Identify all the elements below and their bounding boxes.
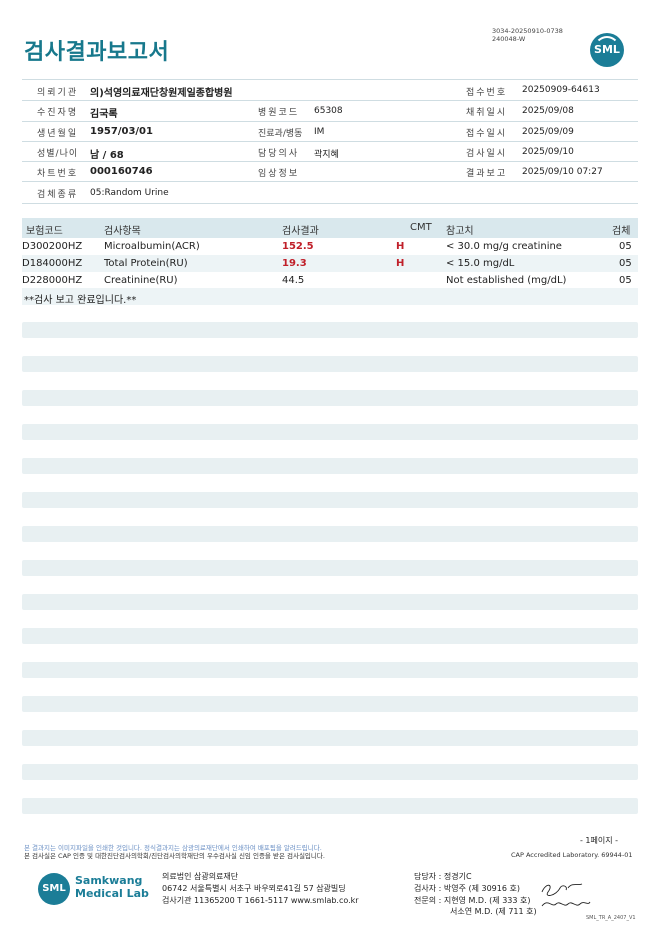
ward-code-value: 65308: [314, 106, 343, 116]
empty-row-stripe: [22, 424, 638, 440]
company-name: Samkwang Medical Lab: [75, 874, 149, 900]
document-id: 3034-20250910-0738 240048-W: [492, 27, 563, 43]
clinical-label: 임상정보: [258, 169, 300, 179]
col-header-result: 검사결과: [282, 226, 319, 237]
row-specimen: 05: [619, 275, 632, 286]
document-id-line2: 240048-W: [492, 35, 526, 43]
row-flag: H: [396, 258, 405, 269]
tester: 검사자 : 박영주 (제 30916 호): [414, 884, 520, 893]
company-name-line1: Samkwang: [75, 874, 143, 887]
specimen-label: 검체종류: [37, 190, 79, 200]
row-code: D184000HZ: [22, 258, 83, 269]
receipt-no-value: 20250909-64613: [522, 85, 600, 95]
cap-accreditation: CAP Accredited Laboratory. 69944-01: [511, 851, 633, 859]
patient-value: 김국록: [90, 109, 118, 120]
row-reference: < 15.0 mg/dL: [446, 258, 515, 269]
company-logo-icon: SML: [38, 873, 70, 905]
dept-label: 진료과/병동: [258, 129, 303, 139]
specimen-value: 05:Random Urine: [90, 188, 169, 198]
empty-row-stripe: [22, 628, 638, 644]
doctor-label: 담당의사: [258, 149, 300, 159]
document-id-line1: 3034-20250910-0738: [492, 27, 563, 35]
row-specimen: 05: [619, 258, 632, 269]
col-header-item: 검사항목: [104, 226, 141, 237]
empty-row-stripe: [22, 798, 638, 814]
sex-age-value: 남 / 68: [90, 150, 124, 161]
foundation-name: 의료법인 삼광의료재단: [162, 872, 239, 881]
receipt-no-label: 접수번호: [466, 88, 508, 98]
empty-row-stripe: [22, 526, 638, 542]
empty-row-stripe: [22, 390, 638, 406]
ward-code-label: 병원코드: [258, 108, 300, 118]
institution-label: 의뢰기관: [37, 88, 79, 98]
patient-label: 수진자명: [37, 108, 79, 118]
birth-value: 1957/03/01: [90, 126, 153, 137]
collect-date-label: 채취일시: [466, 108, 508, 118]
col-header-code: 보험코드: [26, 226, 63, 237]
report-date-value: 2025/09/10 07:27: [522, 167, 603, 177]
empty-row-stripe: [22, 662, 638, 678]
empty-row-stripe: [22, 356, 638, 372]
notice-certification: 본 검사실은 CAP 인증 및 대한진단검사의학회/진단검사의학재단의 우수검사…: [24, 852, 325, 860]
specialist-2: 서소연 M.D. (제 711 호): [450, 907, 537, 916]
page-number: - 1페이지 -: [580, 836, 619, 845]
empty-row-stripe: [22, 322, 638, 338]
birth-label: 생년월일: [37, 129, 79, 139]
test-date-label: 검사일시: [466, 149, 508, 159]
row-item: Total Protein(RU): [104, 258, 188, 269]
col-header-reference: 참고치: [446, 226, 474, 237]
row-specimen: 05: [619, 241, 632, 252]
empty-row-stripe: [22, 560, 638, 576]
sex-age-label: 성별/나이: [37, 149, 79, 159]
col-header-cmt: CMT: [410, 222, 432, 233]
specialist-1: 전문의 : 지현영 M.D. (제 333 호): [414, 896, 531, 905]
company-logo-text: SML: [42, 883, 66, 894]
row-result: 152.5: [282, 241, 314, 252]
report-complete-note: **검사 보고 완료입니다.**: [24, 295, 137, 306]
contact-info: 검사기관 11365200 T 1661-5117 www.smlab.co.k…: [162, 896, 359, 905]
signature-image: [541, 883, 591, 907]
institution-value: 의)석영의료재단창원제일종합병원: [90, 88, 233, 99]
test-date-value: 2025/09/10: [522, 147, 574, 157]
col-header-specimen: 검체: [612, 226, 631, 237]
row-flag: H: [396, 241, 405, 252]
empty-row-stripe: [22, 696, 638, 712]
row-code: D300200HZ: [22, 241, 83, 252]
doctor-value: 곽지혜: [314, 150, 339, 160]
empty-row-stripe: [22, 730, 638, 746]
empty-row-stripe: [22, 492, 638, 508]
chart-no-value: 000160746: [90, 166, 153, 177]
form-code: SML_TR_A_2407_V1: [586, 915, 636, 921]
row-code: D228000HZ: [22, 275, 83, 286]
row-item: Creatinine(RU): [104, 275, 178, 286]
report-date-label: 결과보고: [466, 169, 508, 179]
manager: 담당자 : 정경기C: [414, 872, 472, 881]
collect-date-value: 2025/09/08: [522, 106, 574, 116]
sml-logo: SML: [590, 33, 624, 67]
empty-row-stripe: [22, 764, 638, 780]
receipt-date-value: 2025/09/09: [522, 127, 574, 137]
row-item: Microalbumin(ACR): [104, 241, 200, 252]
dept-value: IM: [314, 127, 325, 137]
row-result: 19.3: [282, 258, 307, 269]
row-reference: Not established (mg/dL): [446, 275, 567, 286]
company-name-line2: Medical Lab: [75, 887, 149, 900]
empty-row-stripe: [22, 458, 638, 474]
row-reference: < 30.0 mg/g creatinine: [446, 241, 562, 252]
chart-no-label: 차트번호: [37, 169, 79, 179]
receipt-date-label: 접수일시: [466, 129, 508, 139]
empty-row-stripe: [22, 594, 638, 610]
row-result: 44.5: [282, 275, 305, 286]
address: 06742 서울특별시 서초구 바우뫼로41길 57 삼광빌딩: [162, 884, 346, 893]
page-title: 검사결과보고서: [24, 40, 170, 65]
